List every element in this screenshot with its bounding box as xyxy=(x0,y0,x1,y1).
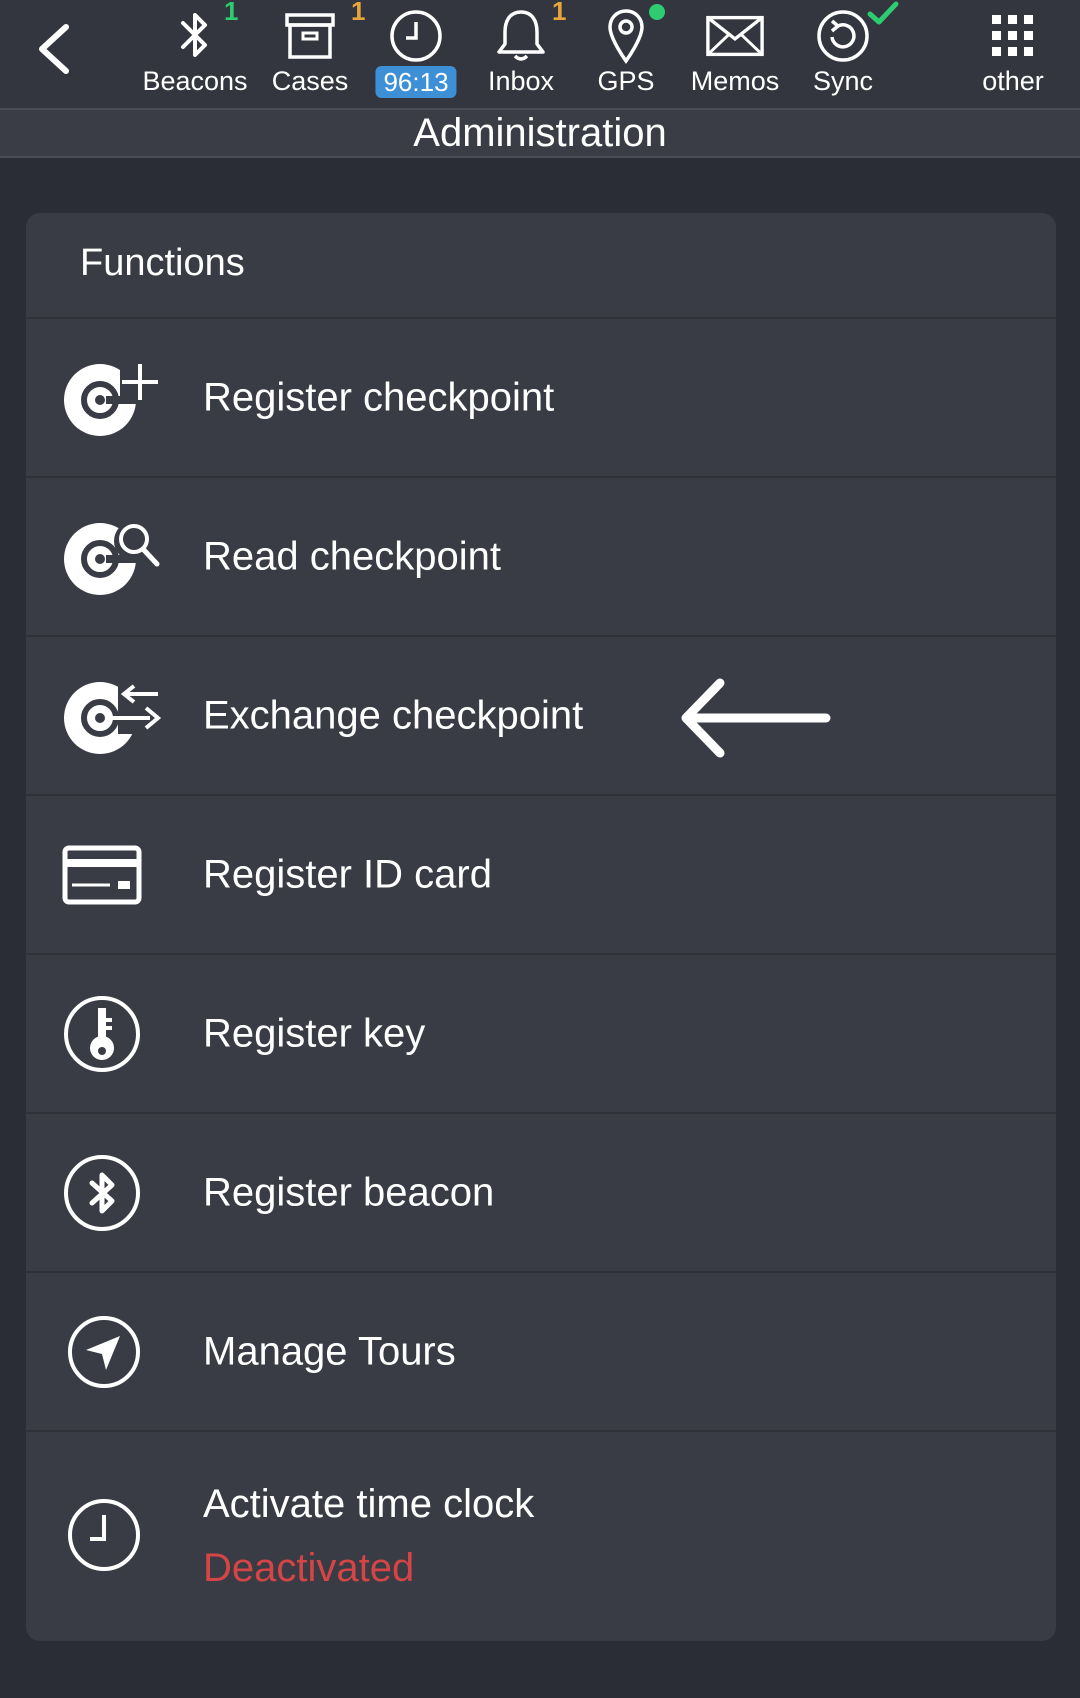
row-manage-tours[interactable]: Manage Tours xyxy=(26,1273,1056,1432)
bluetooth-icon xyxy=(62,1148,162,1238)
clock-icon xyxy=(62,1490,162,1580)
row-activate-time-clock[interactable]: Activate time clock Deactivated xyxy=(26,1432,1056,1637)
row-exchange-checkpoint[interactable]: Exchange checkpoint xyxy=(26,637,1056,796)
grid-menu-icon xyxy=(983,8,1043,64)
envelope-icon xyxy=(705,8,765,64)
map-pin-icon xyxy=(596,8,656,64)
toolbar-label: Sync xyxy=(812,66,874,96)
gps-status-dot xyxy=(649,4,665,20)
toolbar-beacons[interactable]: 1 Beacons xyxy=(140,0,250,108)
row-label: Exchange checkpoint xyxy=(203,693,584,737)
functions-card: Functions Register checkpoint Read check… xyxy=(26,213,1056,1641)
toolbar-label: other xyxy=(982,66,1044,96)
row-register-beacon[interactable]: Register beacon xyxy=(26,1114,1056,1273)
toolbar-other[interactable]: other xyxy=(958,0,1068,108)
toolbar-inbox[interactable]: 1 Inbox xyxy=(466,0,576,108)
toolbar-label: GPS xyxy=(597,66,655,96)
id-card-icon xyxy=(62,830,162,920)
key-icon xyxy=(62,989,162,1079)
row-label: Register beacon xyxy=(203,1170,495,1214)
toolbar-cases[interactable]: 1 Cases xyxy=(255,0,366,108)
row-label: Activate time clock xyxy=(203,1482,535,1526)
sync-icon xyxy=(813,8,873,64)
status-text: Deactivated xyxy=(203,1546,415,1590)
beacons-badge: 1 xyxy=(224,0,239,26)
toolbar-label: Memos xyxy=(690,66,780,96)
bluetooth-icon xyxy=(165,8,225,64)
register-checkpoint-icon xyxy=(62,353,162,443)
row-register-id-card[interactable]: Register ID card xyxy=(26,796,1056,955)
toolbar-timer[interactable]: 96:13 xyxy=(361,0,471,108)
row-read-checkpoint[interactable]: Read checkpoint xyxy=(26,478,1056,637)
row-register-checkpoint[interactable]: Register checkpoint xyxy=(26,319,1056,478)
toolbar-label: Beacons xyxy=(142,66,248,96)
checkmark-icon xyxy=(867,1,899,25)
row-label: Manage Tours xyxy=(203,1329,456,1373)
back-button[interactable] xyxy=(24,14,84,84)
row-label: Register checkpoint xyxy=(203,375,555,419)
toolbar-memos[interactable]: Memos xyxy=(680,0,790,108)
toolbar-label: Inbox xyxy=(487,66,555,96)
top-toolbar: 1 Beacons 1 Cases 96:13 1 Inbox GPS Memo… xyxy=(0,0,1080,108)
archive-box-icon xyxy=(280,8,340,64)
bell-icon xyxy=(491,8,551,64)
read-checkpoint-icon xyxy=(62,512,162,602)
toolbar-gps[interactable]: GPS xyxy=(571,0,681,108)
clock-icon xyxy=(386,8,446,64)
timer-value: 96:13 xyxy=(375,66,457,98)
chevron-left-icon xyxy=(39,24,69,74)
row-label: Read checkpoint xyxy=(203,534,501,578)
row-label: Register ID card xyxy=(203,852,492,896)
page-title: Administration xyxy=(0,108,1080,158)
exchange-checkpoint-icon xyxy=(62,671,162,761)
toolbar-label: Cases xyxy=(271,66,349,96)
navigation-icon xyxy=(62,1307,162,1397)
arrow-left-icon xyxy=(681,678,831,758)
row-register-key[interactable]: Register key xyxy=(26,955,1056,1114)
toolbar-sync[interactable]: Sync xyxy=(788,0,899,108)
card-header: Functions xyxy=(26,213,1056,319)
inbox-badge: 1 xyxy=(552,0,567,26)
row-label: Register key xyxy=(203,1011,426,1055)
